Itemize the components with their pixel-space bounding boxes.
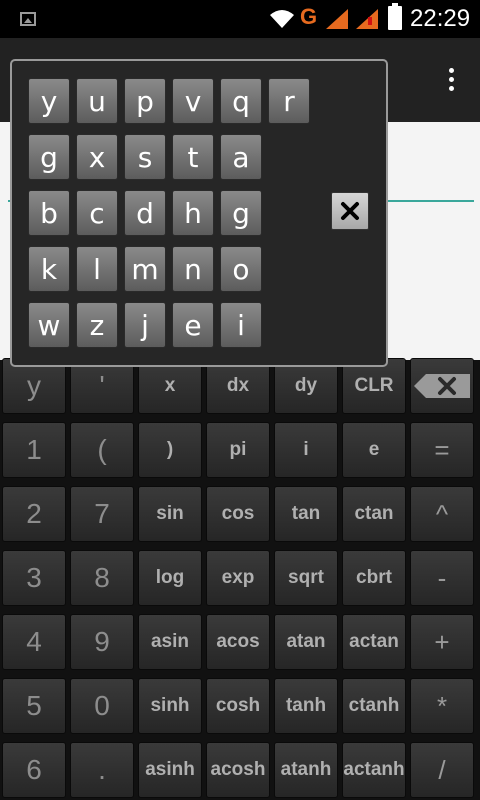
letter-key[interactable]: e: [172, 302, 214, 348]
key-4-1[interactable]: 9: [70, 614, 134, 670]
letter-key[interactable]: i: [220, 302, 262, 348]
key-3-2[interactable]: log: [138, 550, 202, 606]
key-1-3[interactable]: pi: [206, 422, 270, 478]
key-5-4[interactable]: tanh: [274, 678, 338, 734]
letter-key[interactable]: m: [124, 246, 166, 292]
letter-key[interactable]: j: [124, 302, 166, 348]
key-6-0[interactable]: 6: [2, 742, 66, 798]
key-5-1[interactable]: 0: [70, 678, 134, 734]
letter-key[interactable]: h: [172, 190, 214, 236]
key-2-5[interactable]: ctan: [342, 486, 406, 542]
key-1-1[interactable]: (: [70, 422, 134, 478]
key-4-2[interactable]: asin: [138, 614, 202, 670]
letter-key[interactable]: d: [124, 190, 166, 236]
key-3-6[interactable]: -: [410, 550, 474, 606]
key-2-0[interactable]: 2: [2, 486, 66, 542]
signal-icon: [326, 9, 348, 29]
key-2-3[interactable]: cos: [206, 486, 270, 542]
key-1-5[interactable]: e: [342, 422, 406, 478]
key-3-4[interactable]: sqrt: [274, 550, 338, 606]
backspace-icon: [414, 374, 470, 398]
key-2-4[interactable]: tan: [274, 486, 338, 542]
key-1-0[interactable]: 1: [2, 422, 66, 478]
overflow-menu-icon[interactable]: [448, 68, 456, 94]
signal-icon: [356, 9, 378, 29]
letter-key[interactable]: x: [76, 134, 118, 180]
key-3-0[interactable]: 3: [2, 550, 66, 606]
key-5-2[interactable]: sinh: [138, 678, 202, 734]
key-6-5[interactable]: actanh: [342, 742, 406, 798]
calculator-keypad: y ' x dx dy CLR 1() pi i e = 2 7 sin cos tan ctan ^ 3 8 log e…: [0, 358, 480, 800]
variable-picker-popup: yupvqrgxstabcdhgklmnowzjei: [10, 59, 388, 367]
letter-key[interactable]: z: [76, 302, 118, 348]
backspace-key[interactable]: [410, 358, 474, 414]
key-1-6[interactable]: =: [410, 422, 474, 478]
letter-key[interactable]: p: [124, 78, 166, 124]
key-1-2[interactable]: ): [138, 422, 202, 478]
letter-key[interactable]: o: [220, 246, 262, 292]
letter-key[interactable]: n: [172, 246, 214, 292]
letter-key[interactable]: l: [76, 246, 118, 292]
status-bar: G 22:29: [0, 0, 480, 38]
key-2-6[interactable]: ^: [410, 486, 474, 542]
key-2-1[interactable]: 7: [70, 486, 134, 542]
letter-key[interactable]: k: [28, 246, 70, 292]
key-6-6[interactable]: /: [410, 742, 474, 798]
letter-key[interactable]: v: [172, 78, 214, 124]
letter-key[interactable]: q: [220, 78, 262, 124]
key-3-5[interactable]: cbrt: [342, 550, 406, 606]
network-type-label: G: [300, 4, 318, 29]
close-popup-button[interactable]: [331, 192, 369, 230]
letter-key[interactable]: u: [76, 78, 118, 124]
letter-key[interactable]: y: [28, 78, 70, 124]
battery-icon: [388, 3, 402, 30]
image-icon: [20, 12, 36, 26]
letter-key[interactable]: s: [124, 134, 166, 180]
letter-key[interactable]: t: [172, 134, 214, 180]
close-icon: [341, 202, 359, 220]
key-6-4[interactable]: atanh: [274, 742, 338, 798]
key-6-3[interactable]: acosh: [206, 742, 270, 798]
letter-key[interactable]: g: [28, 134, 70, 180]
letter-key[interactable]: b: [28, 190, 70, 236]
letter-key[interactable]: a: [220, 134, 262, 180]
key-6-1[interactable]: .: [70, 742, 134, 798]
letter-key[interactable]: g: [220, 190, 262, 236]
key-3-1[interactable]: 8: [70, 550, 134, 606]
key-4-4[interactable]: atan: [274, 614, 338, 670]
letter-key[interactable]: r: [268, 78, 310, 124]
key-5-5[interactable]: ctanh: [342, 678, 406, 734]
key-1-4[interactable]: i: [274, 422, 338, 478]
key-5-6[interactable]: *: [410, 678, 474, 734]
clock: 22:29: [410, 5, 471, 32]
key-5-3[interactable]: cosh: [206, 678, 270, 734]
wifi-icon: [270, 10, 294, 28]
letter-key[interactable]: w: [28, 302, 70, 348]
key-4-5[interactable]: actan: [342, 614, 406, 670]
key-4-0[interactable]: 4: [2, 614, 66, 670]
key-4-3[interactable]: acos: [206, 614, 270, 670]
key-5-0[interactable]: 5: [2, 678, 66, 734]
key-6-2[interactable]: asinh: [138, 742, 202, 798]
letter-key[interactable]: c: [76, 190, 118, 236]
key-2-2[interactable]: sin: [138, 486, 202, 542]
key-4-6[interactable]: +: [410, 614, 474, 670]
key-3-3[interactable]: exp: [206, 550, 270, 606]
